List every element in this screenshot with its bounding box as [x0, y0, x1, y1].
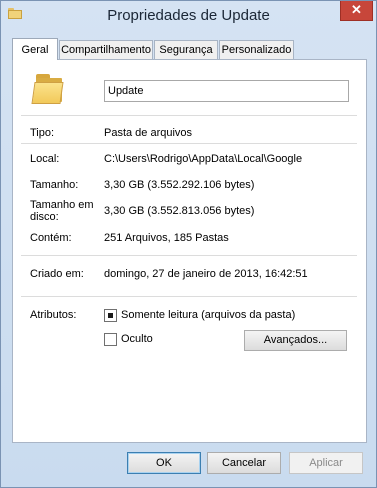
contains-label: Contém: — [30, 232, 72, 244]
separator — [21, 296, 357, 297]
indeterminate-mark-icon — [108, 313, 113, 318]
created-label: Criado em: — [30, 268, 84, 280]
size-value: 3,30 GB (3.552.292.106 bytes) — [104, 179, 255, 191]
separator — [21, 255, 357, 256]
apply-button[interactable]: Aplicar — [289, 452, 363, 474]
tab-security[interactable]: Segurança — [154, 40, 218, 59]
folder-name-field[interactable]: Update — [104, 80, 349, 102]
general-tab-panel: Update Tipo: Pasta de arquivos Local: C:… — [12, 59, 367, 443]
separator — [21, 143, 357, 144]
attributes-label: Atributos: — [30, 309, 77, 321]
hidden-label[interactable]: Oculto — [121, 333, 153, 346]
tab-custom[interactable]: Personalizado — [219, 40, 294, 59]
size-on-disk-label-line2: disco: — [30, 211, 59, 223]
separator — [21, 115, 357, 116]
read-only-label[interactable]: Somente leitura (arquivos da pasta) — [121, 309, 295, 322]
advanced-button[interactable]: Avançados... — [244, 330, 347, 351]
title-bar[interactable]: Propriedades de Update ✕ — [1, 1, 376, 31]
read-only-checkbox[interactable] — [104, 309, 117, 322]
type-label: Tipo: — [30, 127, 55, 139]
type-value: Pasta de arquivos — [104, 127, 193, 139]
contains-value: 251 Arquivos, 185 Pastas — [104, 232, 229, 244]
ok-button[interactable]: OK — [127, 452, 201, 474]
hidden-checkbox[interactable] — [104, 333, 117, 346]
window-title: Propriedades de Update — [107, 7, 270, 24]
tab-general[interactable]: Geral — [12, 38, 58, 60]
size-label: Tamanho: — [30, 179, 79, 191]
cancel-button[interactable]: Cancelar — [207, 452, 281, 474]
created-value: domingo, 27 de janeiro de 2013, 16:42:51 — [104, 268, 308, 280]
location-value: C:\Users\Rodrigo\AppData\Local\Google — [104, 153, 303, 165]
properties-dialog: Propriedades de Update ✕ Geral Compartil… — [0, 0, 377, 488]
close-icon: ✕ — [351, 2, 362, 17]
location-label: Local: — [30, 153, 60, 165]
folder-icon — [31, 74, 67, 104]
close-button[interactable]: ✕ — [340, 1, 373, 21]
tab-sharing[interactable]: Compartilhamento — [59, 40, 153, 59]
size-on-disk-value: 3,30 GB (3.552.813.056 bytes) — [104, 205, 255, 217]
